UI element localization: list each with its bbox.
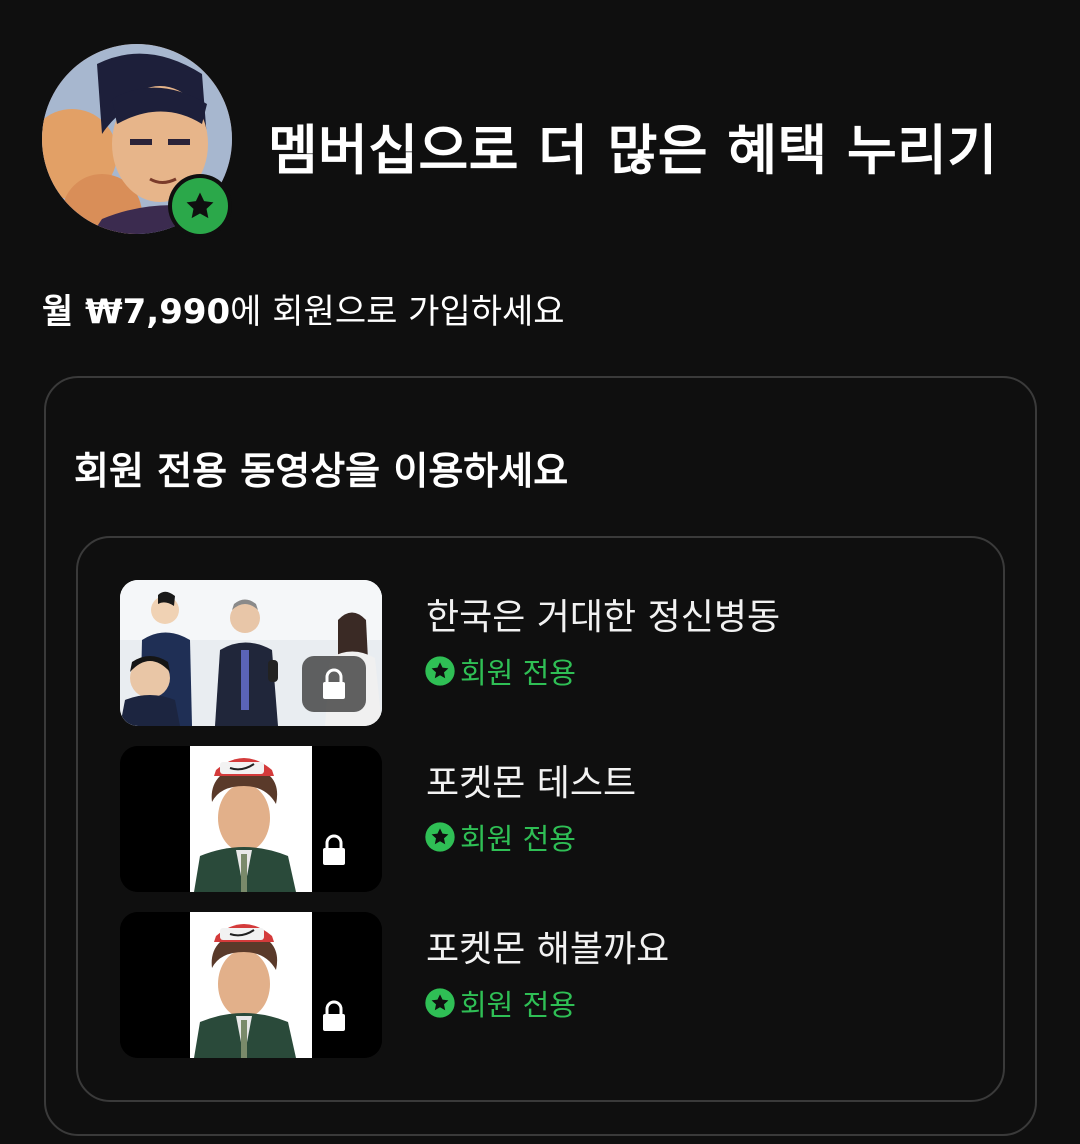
members-only-badge: 회원 전용	[424, 650, 576, 692]
membership-header: 멤버십으로 더 많은 혜택 누리기	[42, 44, 1042, 238]
perk-title: 회원 전용 동영상을 이용하세요	[74, 449, 569, 493]
page-title: 멤버십으로 더 많은 혜택 누리기	[268, 119, 998, 182]
members-only-label: 회원 전용	[460, 988, 576, 1022]
members-only-badge: 회원 전용	[424, 816, 576, 858]
video-thumbnail[interactable]	[120, 912, 382, 1058]
star-icon	[186, 192, 214, 219]
members-only-label: 회원 전용	[460, 656, 576, 690]
price-description: 월 ₩7,990에 회원으로 가입하세요	[42, 284, 565, 333]
members-only-label: 회원 전용	[460, 822, 576, 856]
star-icon	[425, 822, 455, 852]
video-thumbnail[interactable]	[120, 580, 382, 726]
video-title[interactable]: 한국은 거대한 정신병동	[426, 588, 780, 640]
price-text: 에 회원으로 가입하세요	[230, 292, 565, 332]
video-item[interactable]: 포켓몬 테스트 회원 전용	[120, 746, 980, 892]
video-thumbnail[interactable]	[120, 746, 382, 892]
video-item[interactable]: 한국은 거대한 정신병동 회원 전용	[120, 580, 980, 726]
video-title[interactable]: 포켓몬 해볼까요	[426, 920, 669, 972]
star-icon	[425, 656, 455, 686]
lock-icon	[302, 822, 366, 878]
video-item[interactable]: 포켓몬 해볼까요 회원 전용	[120, 912, 980, 1058]
members-only-badge: 회원 전용	[424, 982, 576, 1024]
lock-icon	[302, 656, 366, 712]
membership-badge	[168, 174, 232, 238]
price-amount: 월 ₩7,990	[42, 292, 231, 332]
video-title[interactable]: 포켓몬 테스트	[426, 754, 636, 806]
star-icon	[425, 988, 455, 1018]
lock-icon	[302, 988, 366, 1044]
